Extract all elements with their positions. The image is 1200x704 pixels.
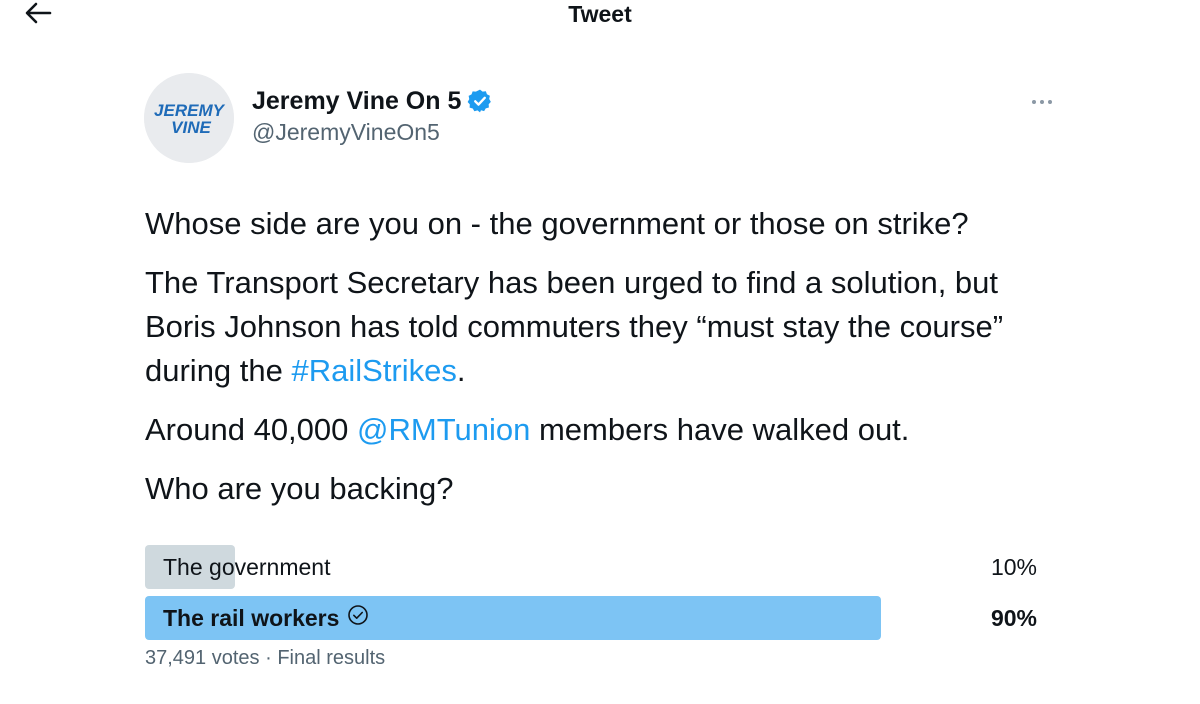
poll-separator: ·: [265, 647, 272, 669]
more-horizontal-icon: [1032, 100, 1052, 104]
hashtag-link[interactable]: #RailStrikes: [292, 353, 457, 388]
top-bar: Tweet: [0, 0, 1200, 30]
poll-option-label-wrap: The rail workers: [163, 596, 369, 640]
display-name-row: Jeremy Vine On 5: [252, 84, 493, 118]
poll-option-rail-workers: The rail workers 90%: [145, 596, 1037, 640]
tweet-paragraph-4: Who are you backing?: [145, 471, 454, 506]
author-info: Jeremy Vine On 5 @JeremyVineOn5: [252, 84, 493, 146]
tweet-text: Whose side are you on - the government o…: [145, 202, 1065, 526]
avatar[interactable]: JEREMY VINE: [144, 73, 234, 163]
author-handle[interactable]: @JeremyVineOn5: [252, 118, 493, 146]
poll: The government 10% The rail workers 90% …: [145, 545, 1037, 670]
verified-badge-icon: [467, 88, 493, 114]
poll-option-government: The government 10%: [145, 545, 1037, 589]
tweet-paragraph-3: Around 40,000 @RMTunion members have wal…: [145, 412, 910, 447]
tweet-paragraph-1: Whose side are you on - the government o…: [145, 206, 969, 241]
poll-status: Final results: [277, 647, 386, 669]
poll-option-percent: 90%: [990, 605, 1037, 631]
tweet-paragraph-2: The Transport Secretary has been urged t…: [145, 265, 1004, 388]
jeremy-vine-logo-icon: JEREMY VINE: [144, 73, 234, 163]
display-name[interactable]: Jeremy Vine On 5: [252, 86, 461, 116]
poll-option-percent: 10%: [990, 554, 1037, 580]
poll-option-label: The rail workers: [163, 605, 340, 631]
page-title: Tweet: [568, 1, 632, 27]
check-circle-icon: [347, 596, 369, 640]
more-button[interactable]: [1028, 92, 1056, 112]
poll-votes: 37,491 votes: [145, 647, 260, 669]
avatar-text-line2: VINE: [171, 118, 211, 137]
mention-link[interactable]: @RMTunion: [357, 412, 530, 447]
poll-option-label: The government: [163, 554, 331, 580]
poll-meta: 37,491 votes · Final results: [145, 647, 1037, 670]
